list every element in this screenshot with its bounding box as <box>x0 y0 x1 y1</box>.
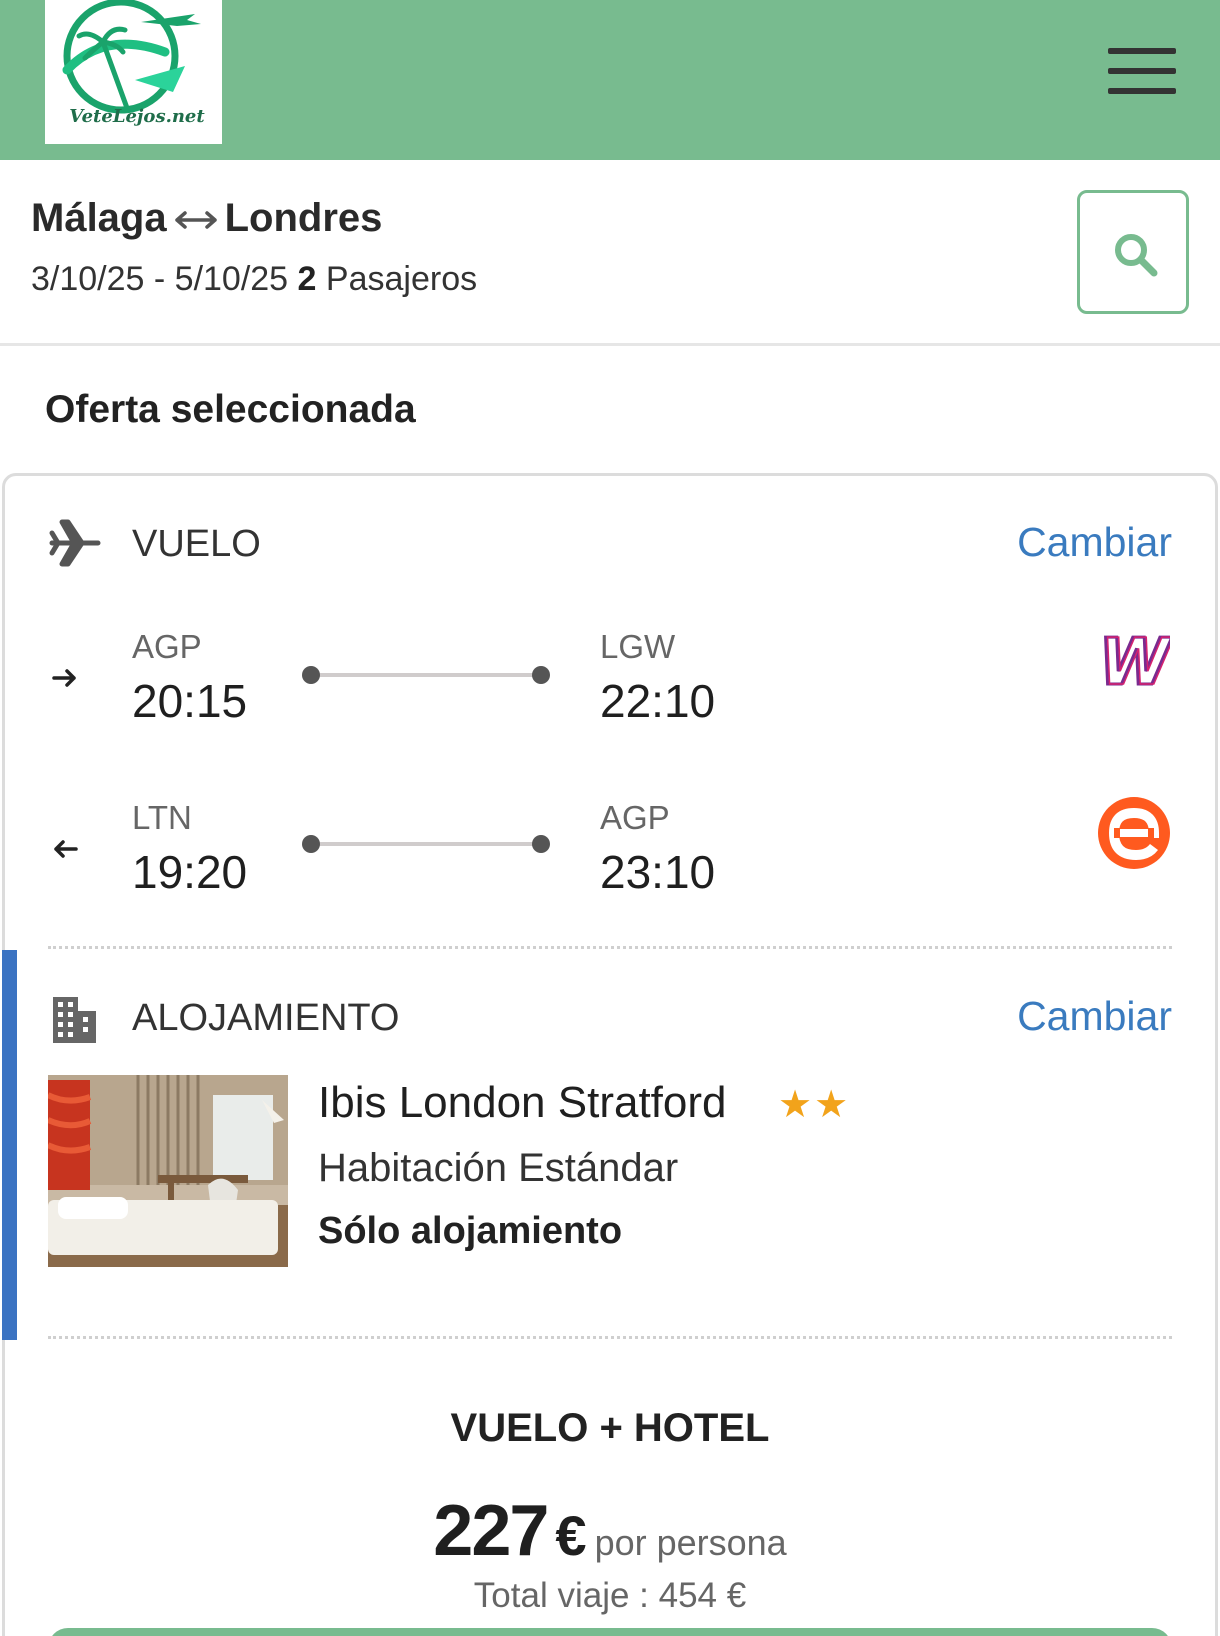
origin-city: Málaga <box>31 196 167 240</box>
site-logo[interactable]: VeteLejos.net <box>45 0 222 144</box>
inbound-departure-time: 19:20 <box>132 846 248 898</box>
date-range: 3/10/25 - 5/10/25 <box>31 260 289 298</box>
separator <box>48 946 1172 949</box>
trip-total: Total viaje : 454 € <box>473 1576 747 1615</box>
price-currency: € <box>555 1504 587 1567</box>
flight-dot <box>532 835 550 853</box>
inbound-flight: LTN 19:20 AGP 23:10 <box>0 797 1220 907</box>
outbound-departure-time: 20:15 <box>132 675 248 727</box>
easyjet-logo <box>1098 797 1170 869</box>
flight-line <box>311 673 541 677</box>
outbound-origin-code: AGP <box>132 628 202 665</box>
round-trip-arrow-icon <box>173 207 219 233</box>
passenger-label: Pasajeros <box>325 260 478 298</box>
change-hotel-link[interactable]: Cambiar <box>1017 993 1172 1040</box>
flight-label: VUELO <box>132 523 261 565</box>
flight-dot <box>302 666 320 684</box>
search-icon <box>1115 234 1158 277</box>
route: Málaga Londres <box>31 196 382 241</box>
logo-icon: VeteLejos.net <box>62 0 205 127</box>
building-icon <box>48 993 102 1047</box>
passenger-count: 2 <box>297 260 317 298</box>
room-type: Habitación Estándar <box>318 1146 679 1190</box>
change-flight-link[interactable]: Cambiar <box>1017 519 1172 566</box>
hotel-name[interactable]: Ibis London Stratford <box>318 1078 726 1128</box>
flight-line <box>311 842 541 846</box>
price-amount: 227 <box>433 1491 549 1571</box>
outbound-arrival-time: 22:10 <box>600 675 716 727</box>
star-icon: ★ <box>814 1084 851 1126</box>
inbound-arrival-time: 23:10 <box>600 846 716 898</box>
flight-dot <box>302 835 320 853</box>
separator <box>48 1336 1172 1339</box>
hotel-star-rating: ★★ <box>778 1082 850 1127</box>
package-label: VUELO + HOTEL <box>450 1406 770 1450</box>
search-summary: Málaga Londres 3/10/25 - 5/10/25 2 Pasaje… <box>0 160 1220 346</box>
hamburger-menu-icon[interactable] <box>1108 48 1176 94</box>
continue-button[interactable] <box>48 1628 1172 1636</box>
hotel-photo[interactable] <box>48 1075 288 1267</box>
inbound-destination-code: AGP <box>600 799 670 836</box>
top-bar: VeteLejos.net <box>0 0 1220 160</box>
outbound-flight: AGP 20:15 LGW 22:10 WW <box>0 626 1220 736</box>
inbound-origin-code: LTN <box>132 799 192 836</box>
destination-city: Londres <box>224 196 383 240</box>
flight-dot <box>532 666 550 684</box>
outbound-destination-code: LGW <box>600 628 676 665</box>
outbound-arrow-icon <box>52 668 78 688</box>
accommodation-label: ALOJAMIENTO <box>132 997 400 1039</box>
trip-dates: 3/10/25 - 5/10/25 2 Pasajeros <box>31 260 477 299</box>
svg-text:VeteLejos.net: VeteLejos.net <box>69 106 205 127</box>
board-type: Sólo alojamiento <box>318 1210 623 1252</box>
search-button[interactable] <box>1077 190 1189 314</box>
accommodation-section-header: ALOJAMIENTO Cambiar <box>0 987 1220 1047</box>
star-icon: ★ <box>778 1084 815 1126</box>
section-title: Oferta seleccionada <box>45 388 416 431</box>
per-person-label: por persona <box>594 1522 787 1563</box>
inbound-arrow-icon <box>52 839 78 859</box>
price-per-person: 227 € por persona <box>0 1490 1220 1572</box>
flight-section-header: VUELO Cambiar <box>0 513 1220 573</box>
airplane-icon <box>48 516 102 570</box>
wizz-air-logo: WW <box>1098 626 1170 698</box>
svg-text:W: W <box>1101 626 1170 698</box>
